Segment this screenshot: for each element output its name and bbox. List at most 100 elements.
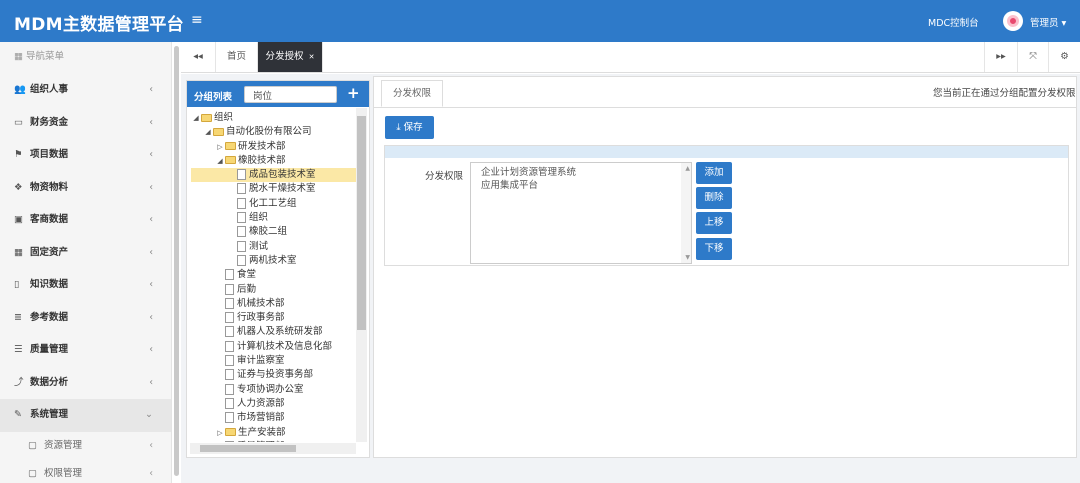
sidebar-item[interactable]: ▭ 财务资金 ‹ (0, 107, 171, 140)
sidebar-item[interactable]: ▦ 固定资产 ‹ (0, 237, 171, 270)
tree-node[interactable]: 后勤 (191, 283, 357, 297)
chevron-left-icon: ‹ (149, 439, 153, 451)
expander-icon[interactable]: ◢ (191, 111, 201, 125)
fullscreen-icon[interactable]: ⤧ (1018, 42, 1049, 72)
gear-icon[interactable]: ⚙ (1049, 42, 1080, 72)
tab-home[interactable]: 首页 (216, 42, 258, 72)
tree-node[interactable]: ▷ 生产安装部 (191, 426, 357, 440)
expander-icon[interactable]: ▷ (215, 426, 225, 440)
user-menu[interactable]: 管理员 ▾ (1030, 15, 1066, 29)
sidebar-subitem[interactable]: ▢ 资源管理 ‹ (0, 432, 171, 460)
move-down-button[interactable]: 下移 (696, 238, 732, 260)
document-icon (237, 169, 246, 181)
sidebar-header-label: 导航菜单 (26, 51, 65, 62)
tree-node[interactable]: 行政事务部 (191, 311, 357, 325)
document-icon (225, 326, 234, 338)
add-button[interactable]: 添加 (696, 162, 732, 184)
tree-node-label: 生产安装部 (238, 426, 286, 438)
book-icon: ▯ (14, 279, 20, 290)
sidebar-item[interactable]: ⤴ 数据分析 ‹ (0, 367, 171, 400)
sidebar-subitem[interactable]: ▢ 权限管理 ‹ (0, 460, 171, 483)
sitemap-icon: ⚑ (14, 149, 23, 160)
tree-node[interactable]: 机器人及系统研发部 (191, 325, 357, 339)
wrench-icon: ✎ (14, 409, 22, 420)
document-icon (237, 240, 246, 252)
tree-node[interactable]: 人力资源部 (191, 397, 357, 411)
delete-button[interactable]: 删除 (696, 187, 732, 209)
tree-node[interactable]: ◢ 自动化股份有限公司 (191, 125, 357, 139)
move-up-button[interactable]: 上移 (696, 212, 732, 234)
tree-node[interactable]: 组织 (191, 211, 357, 225)
chevron-left-icon: ‹ (149, 149, 153, 160)
tree-node[interactable]: ◢ 组织 (191, 111, 357, 125)
sidebar-item[interactable]: ▯ 知识数据 ‹ (0, 269, 171, 302)
scrollbar-thumb[interactable] (357, 116, 366, 330)
tab-scroll-right-button[interactable]: ▸▸ (984, 42, 1018, 72)
list-icon: ≣ (14, 311, 22, 323)
chevron-left-icon: ‹ (149, 181, 153, 193)
tree-node-label: 成品包装技术室 (249, 169, 316, 181)
save-button[interactable]: ⤓ 保存 (385, 116, 434, 139)
sidebar-item[interactable]: 👥 组织人事 ‹ (0, 74, 171, 107)
sidebar-header: ▦ 导航菜单 (0, 42, 171, 74)
tree-node[interactable]: ▷ 研发技术部 (191, 140, 357, 154)
tree-node[interactable]: 两机技术室 (191, 254, 357, 268)
chevron-left-icon: ‹ (149, 246, 153, 258)
tree-node-label: 机器人及系统研发部 (237, 326, 323, 338)
sidebar-item-label: 固定资产 (30, 246, 69, 258)
mdc-console-link[interactable]: MDC控制台 (928, 15, 979, 29)
folder-icon (225, 156, 236, 165)
sidebar-item[interactable]: ▣ 客商数据 ‹ (0, 204, 171, 237)
sidebar-scrollbar[interactable] (174, 46, 179, 476)
sidebar-item[interactable]: ☰ 质量管理 ‹ (0, 334, 171, 367)
tree-node[interactable]: 计算机技术及信息化部 (191, 340, 357, 354)
tree-node[interactable]: ◢ 橡胶技术部 (191, 154, 357, 168)
tab-distribute-permission[interactable]: 分发权限 (381, 80, 443, 107)
group-list-header: 分组列表 + (187, 81, 369, 107)
tree-node[interactable]: 测试 (191, 240, 357, 254)
tree-node[interactable]: 审计监察室 (191, 354, 357, 368)
tree-node[interactable]: 市场营销部 (191, 411, 357, 425)
tree-vertical-scrollbar[interactable] (356, 108, 367, 442)
folder-icon (225, 142, 236, 151)
expander-icon[interactable]: ◢ (203, 125, 213, 139)
tree-node[interactable]: 化工工艺组 (191, 197, 357, 211)
document-icon (225, 397, 234, 409)
tree-horizontal-scrollbar[interactable] (190, 443, 356, 454)
folder-icon: ▢ (28, 467, 37, 479)
scroll-up-icon[interactable]: ▲ (685, 165, 690, 172)
sidebar-item[interactable]: ✎ 系统管理 ⌄ (0, 399, 171, 432)
close-icon[interactable]: ✕ (309, 53, 315, 61)
group-search-input[interactable] (244, 86, 337, 103)
sidebar-item-label: 系统管理 (30, 409, 69, 420)
sidebar-item[interactable]: ⚑ 项目数据 ‹ (0, 139, 171, 172)
add-group-button[interactable]: + (347, 84, 360, 102)
scroll-down-icon[interactable]: ▼ (685, 254, 690, 261)
tree-node[interactable]: 质量管理部 (191, 440, 357, 442)
avatar[interactable] (1003, 11, 1023, 31)
tab-scroll-left-button[interactable]: ◂◂ (181, 42, 216, 72)
tree-node[interactable]: 食堂 (191, 268, 357, 282)
document-icon (225, 383, 234, 395)
tab-distribute-auth[interactable]: 分发授权 ✕ (258, 42, 323, 72)
document-icon (237, 212, 246, 224)
scrollbar-thumb[interactable] (200, 445, 296, 452)
expander-icon[interactable]: ▷ (215, 140, 225, 154)
tree-node-label: 测试 (249, 240, 269, 252)
tree-node[interactable]: 专项协调办公室 (191, 383, 357, 397)
listbox-scrollbar[interactable]: ▲ ▼ (681, 163, 691, 263)
tree-node[interactable]: 脱水干燥技术室 (191, 182, 357, 196)
tree-node-label: 两机技术室 (249, 254, 297, 266)
sidebar-item[interactable]: ≣ 参考数据 ‹ (0, 302, 171, 335)
menu-toggle-icon[interactable]: ≡ (191, 12, 203, 28)
tree-node[interactable]: 机械技术部 (191, 297, 357, 311)
sidebar-item[interactable]: ❖ 物资物料 ‹ (0, 172, 171, 205)
permission-listbox[interactable]: 企业计划资源管理系统 应用集成平台 ▲ ▼ (470, 162, 692, 264)
document-icon (237, 226, 246, 238)
list-item[interactable]: 企业计划资源管理系统 (471, 166, 691, 179)
tree-node[interactable]: 橡胶二组 (191, 225, 357, 239)
tree-node[interactable]: 证券与投资事务部 (191, 368, 357, 382)
expander-icon[interactable]: ◢ (215, 154, 225, 168)
tree-node[interactable]: 成品包装技术室 (191, 168, 357, 183)
list-item[interactable]: 应用集成平台 (471, 179, 691, 192)
